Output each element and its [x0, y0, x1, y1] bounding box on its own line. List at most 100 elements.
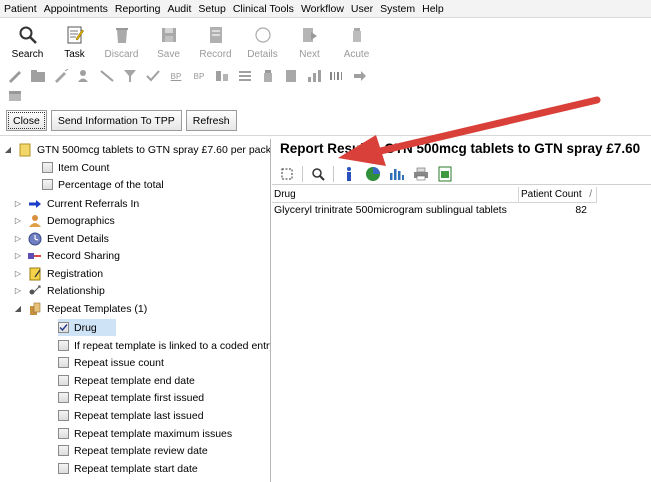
repeat-template-end-date-label: Repeat template end date	[74, 374, 195, 387]
info-icon[interactable]	[340, 165, 358, 183]
repeat-issue-count-checkbox[interactable]	[58, 357, 69, 368]
record-sharing-label: Record Sharing	[47, 249, 120, 262]
next-button[interactable]: Next	[286, 20, 333, 66]
bar-chart-icon[interactable]	[388, 165, 406, 183]
print-icon[interactable]	[412, 165, 430, 183]
refresh-button[interactable]: Refresh	[185, 110, 237, 131]
needle-icon[interactable]	[98, 68, 116, 84]
menu-patient[interactable]: Patient	[4, 3, 37, 15]
tree-item-drug[interactable]: Drug	[58, 319, 116, 336]
acute-button[interactable]: Acute	[333, 20, 380, 66]
folder-icon[interactable]	[29, 68, 47, 84]
panel-icon[interactable]	[8, 90, 22, 105]
details-button[interactable]: Details	[239, 20, 286, 66]
tree-node-current-referrals[interactable]: ▷ Current Referrals In	[14, 195, 139, 212]
arrow-right-icon[interactable]	[351, 68, 369, 84]
tree-node-registration[interactable]: ▷ Registration	[14, 265, 103, 282]
discard-button[interactable]: Discard	[98, 20, 145, 66]
menu-clinical-tools[interactable]: Clinical Tools	[233, 3, 294, 15]
expand-arrow-icon[interactable]: ▷	[14, 234, 22, 243]
record-sharing-icon	[27, 249, 43, 263]
task-icon	[64, 24, 86, 46]
pie-chart-icon[interactable]	[364, 165, 382, 183]
tree-item-repeat-template-last-issued[interactable]: Repeat template last issued	[58, 407, 204, 424]
send-information-to-tpp-button[interactable]: Send Information To TPP	[50, 110, 182, 131]
tree-item-repeat-template-first-issued[interactable]: Repeat template first issued	[58, 389, 204, 406]
percentage-checkbox[interactable]	[42, 179, 53, 190]
task-button[interactable]: Task	[51, 20, 98, 66]
select-area-icon[interactable]	[278, 165, 296, 183]
pen-icon[interactable]	[6, 68, 24, 84]
item-count-checkbox[interactable]	[42, 162, 53, 173]
tree-item-repeat-template-review-date[interactable]: Repeat template review date	[58, 442, 208, 459]
chart-icon[interactable]	[305, 68, 323, 84]
discard-label: Discard	[104, 49, 139, 60]
expand-arrow-icon[interactable]: ▷	[14, 199, 22, 208]
expand-arrow-icon[interactable]: ▷	[14, 286, 22, 295]
bp-icon[interactable]: BP	[167, 68, 185, 84]
tree-node-repeat-templates[interactable]: ◢ Repeat Templates (1)	[14, 300, 147, 317]
repeat-template-start-date-checkbox[interactable]	[58, 463, 69, 474]
expand-arrow-icon[interactable]: ▷	[14, 269, 22, 278]
menu-setup[interactable]: Setup	[198, 3, 225, 15]
tree-node-demographics[interactable]: ▷ Demographics	[14, 212, 115, 229]
bp-alt-icon[interactable]: BP	[190, 68, 208, 84]
filter-icon[interactable]	[121, 68, 139, 84]
save-label: Save	[157, 49, 180, 60]
user-edit-icon[interactable]	[75, 68, 93, 84]
tree-item-linked-coded-entry[interactable]: If repeat template is linked to a coded …	[58, 337, 270, 354]
repeat-template-maximum-issues-checkbox[interactable]	[58, 428, 69, 439]
search-button[interactable]: Search	[4, 20, 51, 66]
column-header-patient-count[interactable]: Patient Count /	[519, 187, 597, 203]
tree-item-repeat-template-maximum-issues[interactable]: Repeat template maximum issues	[58, 425, 232, 442]
menu-system[interactable]: System	[380, 3, 415, 15]
record-button[interactable]: Record	[192, 20, 239, 66]
table-row[interactable]: Glyceryl trinitrate 500microgram subling…	[272, 203, 651, 217]
sort-icon[interactable]	[213, 68, 231, 84]
current-referrals-label: Current Referrals In	[47, 197, 140, 210]
tree-item-percentage[interactable]: Percentage of the total	[42, 176, 164, 193]
drug-checkbox[interactable]	[58, 322, 69, 333]
tree-node-record-sharing[interactable]: ▷ Record Sharing	[14, 247, 120, 264]
drug-cell: Glyceryl trinitrate 500microgram subling…	[274, 204, 507, 216]
main-toolbar: Search Task Discard Save Record Details	[0, 20, 651, 66]
syringe-icon[interactable]	[52, 68, 70, 84]
save-button[interactable]: Save	[145, 20, 192, 66]
menu-help[interactable]: Help	[422, 3, 444, 15]
percentage-label: Percentage of the total	[58, 178, 164, 191]
report-results-pane: Report Results: GTN 500mcg tablets to GT…	[272, 139, 651, 482]
repeat-template-last-issued-checkbox[interactable]	[58, 410, 69, 421]
tree-item-repeat-issue-count[interactable]: Repeat issue count	[58, 354, 164, 371]
repeat-template-end-date-checkbox[interactable]	[58, 375, 69, 386]
menu-audit[interactable]: Audit	[167, 3, 191, 15]
menu-user[interactable]: User	[351, 3, 373, 15]
clock-icon	[27, 232, 43, 246]
repeat-template-review-date-checkbox[interactable]	[58, 445, 69, 456]
list-icon[interactable]	[236, 68, 254, 84]
tree-root[interactable]: ◢ GTN 500mcg tablets to GTN spray £7.60 …	[4, 141, 270, 158]
tree-node-event-details[interactable]: ▷ Event Details	[14, 230, 109, 247]
search-icon[interactable]	[309, 165, 327, 183]
tree-item-repeat-template-start-date[interactable]: Repeat template start date	[58, 460, 198, 477]
tree-item-item-count[interactable]: Item Count	[42, 159, 109, 176]
excel-export-icon[interactable]	[436, 165, 454, 183]
menu-workflow[interactable]: Workflow	[301, 3, 344, 15]
collapse-arrow-icon[interactable]: ◢	[14, 304, 22, 313]
expand-arrow-icon[interactable]: ▷	[14, 216, 22, 225]
menu-reporting[interactable]: Reporting	[115, 3, 161, 15]
document-icon[interactable]	[282, 68, 300, 84]
column-header-drug[interactable]: Drug	[272, 187, 519, 203]
menu-appointments[interactable]: Appointments	[44, 3, 108, 15]
checkmark-icon[interactable]	[144, 68, 162, 84]
tree-item-repeat-template-end-date[interactable]: Repeat template end date	[58, 372, 195, 389]
tree-node-relationship[interactable]: ▷ Relationship	[14, 282, 105, 299]
collapse-arrow-icon[interactable]: ◢	[4, 145, 12, 154]
close-button[interactable]: Close	[6, 110, 47, 131]
expand-arrow-icon[interactable]: ▷	[14, 251, 22, 260]
registration-icon	[27, 267, 43, 281]
repeat-template-maximum-issues-label: Repeat template maximum issues	[74, 427, 233, 440]
repeat-template-first-issued-checkbox[interactable]	[58, 392, 69, 403]
linked-coded-entry-checkbox[interactable]	[58, 340, 69, 351]
bottle-icon[interactable]	[259, 68, 277, 84]
barcode-icon[interactable]	[328, 68, 346, 84]
